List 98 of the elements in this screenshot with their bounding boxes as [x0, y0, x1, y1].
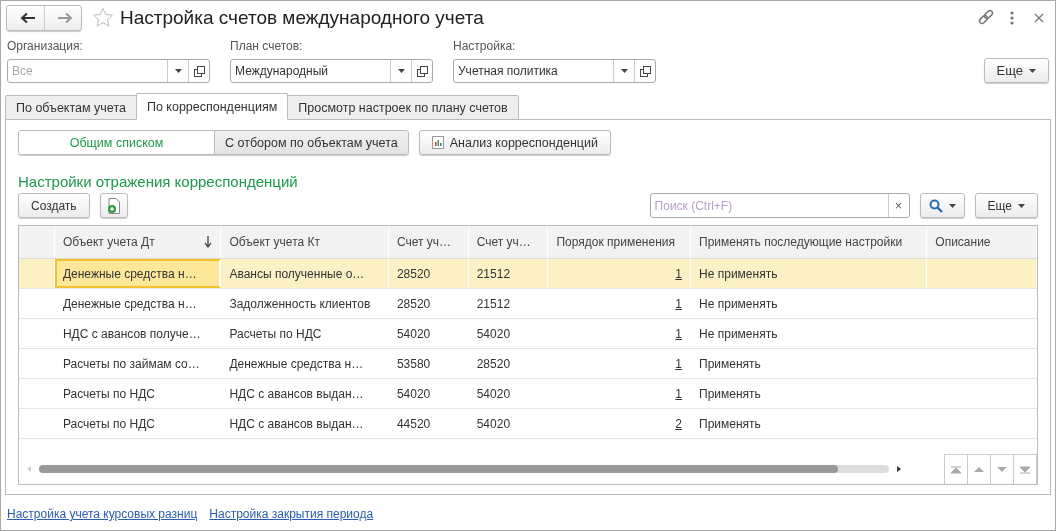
- report-icon: [431, 136, 444, 149]
- table-cell: Расчеты по НДС: [229, 326, 322, 341]
- tab[interactable]: По объектам учета: [5, 95, 137, 120]
- link-icon[interactable]: [977, 9, 995, 27]
- clear-button[interactable]: ×: [887, 194, 909, 217]
- section-title: Настройки отражения корреспонденций: [18, 173, 299, 190]
- first-page-button[interactable]: [944, 454, 968, 484]
- star-icon[interactable]: [92, 7, 114, 29]
- table-cell: Задолженность клиентов: [229, 296, 371, 311]
- table-cell: НДС с авансов получе…: [62, 326, 201, 341]
- dropdown-icon: [174, 69, 182, 73]
- create-button[interactable]: Создать: [18, 193, 90, 218]
- column-header[interactable]: Счет уч…: [468, 226, 549, 258]
- table-cell: Применять: [699, 356, 761, 371]
- dropdown-icon: [948, 203, 956, 208]
- table-cell: 44520: [396, 416, 431, 431]
- last-page-button[interactable]: [1013, 454, 1037, 484]
- tab[interactable]: По корреспонденциям: [135, 93, 289, 120]
- field-label: Организация:: [7, 39, 83, 53]
- order-link[interactable]: 1: [675, 296, 683, 311]
- table-cell: Применять: [699, 386, 761, 401]
- table-cell: 54020: [476, 416, 511, 431]
- close-icon[interactable]: [1033, 12, 1045, 24]
- add-copy-button[interactable]: [99, 193, 128, 218]
- select-field[interactable]: Международный: [230, 59, 433, 83]
- settings-link[interactable]: Настройка учета курсовых разниц: [7, 507, 198, 521]
- table-cell: Денежные средства н…: [62, 266, 197, 281]
- select-field[interactable]: Учетная политика: [453, 59, 656, 83]
- dropdown-icon: [1029, 68, 1036, 73]
- open-icon: [416, 65, 428, 77]
- table-cell: 54020: [476, 326, 511, 341]
- table-cell: 21512: [476, 296, 511, 311]
- table-cell: Расчеты по займам со…: [62, 356, 200, 371]
- first-icon: [950, 465, 962, 474]
- table-cell: Расчеты по НДС: [62, 416, 156, 431]
- column-header[interactable]: Счет уч…: [388, 226, 469, 258]
- table-row[interactable]: Денежные средства н… Задолженность клиентов 28520 21512 1 Не применять: [19, 289, 1037, 319]
- column-header[interactable]: Порядок применения: [548, 226, 692, 258]
- order-link[interactable]: 1: [675, 386, 683, 401]
- column-header[interactable]: Применять последующие настройки: [691, 226, 928, 258]
- table-cell: Не применять: [699, 266, 778, 281]
- view-toggle[interactable]: С отбором по объектам учета: [214, 131, 408, 154]
- column-header[interactable]: Объект учета Кт: [221, 226, 389, 258]
- scroll-left-icon[interactable]: [25, 465, 33, 473]
- table-row[interactable]: Денежные средства н… Авансы полученные о… 28520 21512 1 Не применять: [19, 259, 1037, 289]
- column-header[interactable]: Описание: [927, 226, 1037, 258]
- table-cell: Расчеты по НДС: [62, 386, 156, 401]
- table-cell: 54020: [396, 386, 431, 401]
- table-row[interactable]: Расчеты по займам со… Денежные средства н… 53580 28520 1 Применять: [19, 349, 1037, 379]
- order-link[interactable]: 1: [675, 356, 683, 371]
- field-label: План счетов:: [230, 39, 303, 53]
- table-cell: 28520: [476, 356, 511, 371]
- table-row[interactable]: Расчеты по НДС НДС с авансов выдан… 44520 54020 2 Применять: [19, 409, 1037, 439]
- window-title: Настройка счетов международного учета: [120, 7, 484, 29]
- more-vertical-icon[interactable]: [1009, 10, 1015, 26]
- analysis-button[interactable]: Анализ корреспонденций: [418, 130, 611, 155]
- more-button[interactable]: Еще: [983, 58, 1049, 83]
- table-cell: Денежные средства н…: [229, 356, 364, 371]
- scroll-right-icon[interactable]: [895, 465, 903, 473]
- table-cell: Денежные средства н…: [62, 296, 197, 311]
- table-cell: 54020: [396, 326, 431, 341]
- last-icon: [1019, 465, 1031, 474]
- search-field[interactable]: Поиск (Ctrl+F) ×: [649, 193, 910, 218]
- tab[interactable]: Просмотр настроек по плану счетов: [287, 95, 519, 120]
- table-cell: 28520: [396, 296, 431, 311]
- up-icon: [973, 466, 985, 473]
- table-cell: 28520: [396, 266, 431, 281]
- settings-link[interactable]: Настройка закрытия периода: [209, 507, 374, 521]
- add-document-icon: [106, 197, 121, 214]
- table-cell: Не применять: [699, 326, 778, 341]
- table-row[interactable]: НДС с авансов получе… Расчеты по НДС 54020 54020 1 Не применять: [19, 319, 1037, 349]
- field-label: Настройка:: [453, 39, 516, 53]
- table-cell: НДС с авансов выдан…: [229, 416, 364, 431]
- order-link[interactable]: 1: [675, 266, 683, 281]
- column-header[interactable]: Объект учета Дт: [54, 226, 222, 258]
- order-link[interactable]: 1: [675, 326, 683, 341]
- table-cell: НДС с авансов выдан…: [229, 386, 364, 401]
- table-row[interactable]: Расчеты по НДС НДС с авансов выдан… 54020 54020 1 Применять: [19, 379, 1037, 409]
- table-cell: Не применять: [699, 296, 778, 311]
- forward-arrow-icon: [57, 12, 73, 24]
- back-arrow-icon: [19, 12, 36, 24]
- table-cell: Применять: [699, 416, 761, 431]
- open-icon: [639, 65, 651, 77]
- dropdown-icon: [1018, 203, 1025, 208]
- view-toggle[interactable]: Общим списком: [19, 131, 214, 154]
- horizontal-scrollbar[interactable]: [39, 465, 889, 473]
- table-cell: 53580: [396, 356, 431, 371]
- table-cell: 21512: [476, 266, 511, 281]
- search-icon: [928, 198, 943, 213]
- open-icon: [193, 65, 205, 77]
- more-button[interactable]: Еще: [974, 193, 1038, 218]
- search-button[interactable]: [919, 193, 965, 218]
- table-cell: Авансы полученные о…: [229, 266, 365, 281]
- order-link[interactable]: 2: [675, 416, 683, 431]
- table-cell: 54020: [476, 386, 511, 401]
- down-icon: [996, 466, 1008, 473]
- dropdown-icon: [397, 69, 405, 73]
- dropdown-icon: [620, 69, 628, 73]
